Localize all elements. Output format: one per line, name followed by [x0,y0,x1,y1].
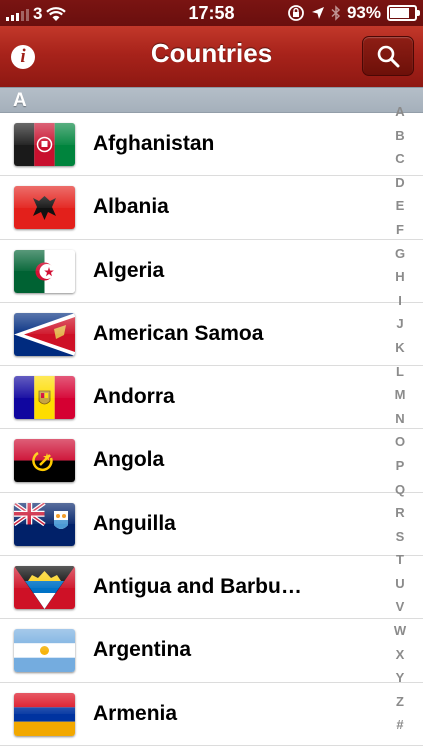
country-name: American Samoa [93,321,264,345]
index-letter[interactable]: U [395,572,404,596]
rotation-lock-icon [288,5,304,21]
search-button[interactable] [362,36,414,76]
antigua-and-barbuda-flag-icon [14,566,75,610]
index-letter[interactable]: L [396,360,404,384]
list-item-argentina[interactable]: Argentina [0,619,423,683]
country-name: Afghanistan [93,132,215,155]
index-letter[interactable]: W [394,619,406,643]
index-letter[interactable]: R [395,501,404,525]
country-name: Angola [93,448,165,472]
battery-icon [387,5,420,21]
index-letter[interactable]: Q [395,478,405,502]
navigation-bar: i Countries [0,26,423,88]
battery-percent: 93% [346,3,381,22]
andorra-flag-icon [14,376,75,420]
algeria-flag-icon [14,249,75,293]
index-letter[interactable]: H [395,265,404,289]
list-item-afghanistan[interactable]: Afghanistan [0,113,423,177]
index-letter[interactable]: V [396,595,405,619]
location-icon [311,7,324,19]
country-name: Anguilla [93,511,176,535]
anguilla-flag-icon [14,502,75,546]
index-letter[interactable]: N [395,407,404,431]
argentina-flag-icon [14,629,75,673]
index-letter[interactable]: B [395,124,404,148]
index-letter[interactable]: P [396,454,405,478]
list-item-andorra[interactable]: Andorra [0,366,423,430]
index-letter[interactable]: F [396,218,404,242]
list-item-american-samoa[interactable]: American Samoa [0,303,423,367]
alphabet-index[interactable]: A B C D E F G H I J K L M N O P Q R S T U V W X Y Z # [389,100,411,737]
index-letter[interactable]: E [396,194,405,218]
country-name: Albania [93,195,169,219]
afghanistan-flag-icon [14,123,75,166]
search-icon [377,45,400,68]
list-item-angola[interactable]: Angola [0,429,423,493]
index-letter[interactable]: O [395,430,405,454]
list-item-algeria[interactable]: Algeria [0,240,423,303]
angola-flag-icon [14,439,75,483]
status-right: 93% [287,3,420,23]
country-list: Afghanistan Albania Algeria American Sam… [0,113,423,746]
index-letter[interactable]: D [395,171,404,195]
list-item-albania[interactable]: Albania [0,176,423,240]
list-item-anguilla[interactable]: Anguilla [0,493,423,557]
index-letter[interactable]: G [395,242,405,266]
index-letter[interactable]: C [395,147,404,171]
country-name: Argentina [93,638,192,662]
section-header: A [0,87,423,113]
country-name: Antigua and Barbu… [93,575,302,599]
index-letter[interactable]: X [396,643,405,667]
index-letter[interactable]: Z [396,690,404,714]
bluetooth-icon [331,5,341,21]
american-samoa-flag-icon [14,312,75,356]
country-name: Algeria [93,258,165,282]
albania-flag-icon [14,186,75,230]
list-item-armenia[interactable]: Armenia [0,683,423,746]
page-title: Countries [150,38,273,68]
index-letter[interactable]: T [396,548,404,572]
list-item-antigua-and-barbuda[interactable]: Antigua and Barbu… [0,556,423,620]
index-letter[interactable]: # [396,713,403,737]
country-name: Armenia [93,701,178,725]
index-letter[interactable]: I [398,289,402,313]
index-letter[interactable]: S [396,525,405,549]
index-letter[interactable]: M [395,383,406,407]
index-letter[interactable]: Y [396,666,405,690]
index-letter[interactable]: A [395,100,404,124]
index-letter[interactable]: J [396,312,403,336]
country-name: Andorra [93,385,175,409]
armenia-flag-icon [14,692,75,736]
index-letter[interactable]: K [395,336,404,360]
status-bar: 3 17:58 93% [0,0,423,26]
